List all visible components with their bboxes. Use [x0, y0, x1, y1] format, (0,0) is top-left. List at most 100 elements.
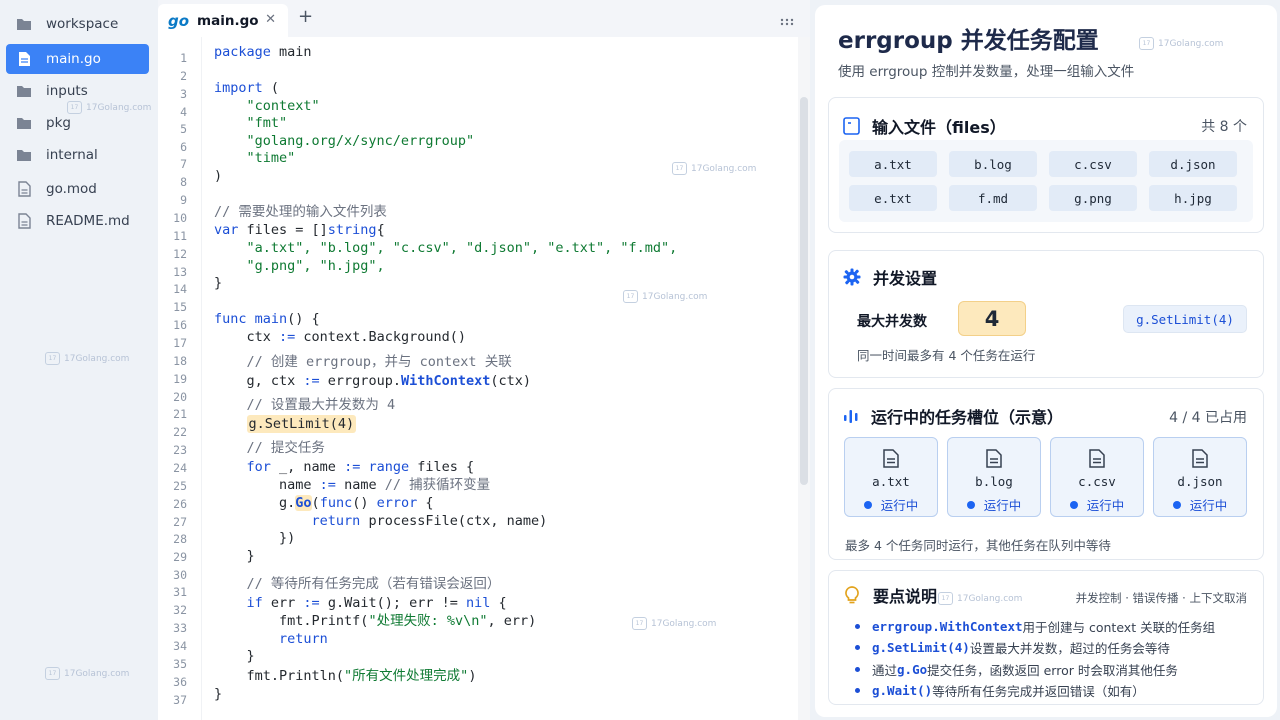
code-line: if err := g.Wait(); err != nil {	[214, 595, 507, 611]
code-comment: // 创建 errgroup，并与 context 关联	[214, 354, 512, 370]
line-number: 15	[173, 300, 187, 314]
watermark: 17 17Golang.com	[672, 162, 756, 175]
code-line: return	[214, 631, 328, 647]
code-line: import (	[214, 80, 280, 96]
code-line: g.Go(func() error {	[214, 495, 434, 511]
slot-file-name: a.txt	[872, 474, 910, 489]
setlimit-code-pill: g.SetLimit(4)	[1123, 305, 1247, 333]
bar-chart-icon	[843, 408, 859, 424]
file-chip[interactable]: d.json	[1149, 151, 1237, 177]
input-files-card: 输入文件（files） 共 8 个 a.txt b.log c.csv d.js…	[828, 97, 1264, 233]
card-title: 运行中的任务槽位（示意）	[871, 408, 1064, 427]
file-icon	[16, 213, 32, 229]
slot-status: 运行中	[845, 495, 937, 514]
editor-scrollbar[interactable]	[798, 37, 810, 720]
line-number: 19	[173, 372, 187, 386]
line-number: 12	[173, 247, 187, 261]
file-chip[interactable]: a.txt	[849, 151, 937, 177]
sidebar-item-go-mod[interactable]: go.mod	[6, 174, 149, 204]
line-number: 31	[173, 585, 187, 599]
tab-bar: go main.go ✕ +	[158, 0, 810, 37]
code-line: "context"	[214, 98, 320, 114]
file-chip[interactable]: b.log	[949, 151, 1037, 177]
code-line: fmt.Println("所有文件处理完成")	[214, 668, 477, 684]
sidebar-item-label: workspace	[46, 16, 119, 32]
sidebar-item-label: main.go	[46, 51, 101, 67]
line-number: 23	[173, 443, 187, 457]
line-number: 33	[173, 621, 187, 635]
lightbulb-icon	[843, 585, 861, 605]
line-number: 35	[173, 657, 187, 671]
watermark: 17 17Golang.com	[632, 617, 716, 630]
slot-status: 运行中	[1051, 495, 1143, 514]
line-number: 13	[173, 265, 187, 279]
slot-status: 运行中	[1154, 495, 1246, 514]
sidebar-item-label: pkg	[46, 115, 71, 131]
document-icon	[1192, 449, 1208, 472]
bullet-dot	[855, 624, 860, 629]
file-chip[interactable]: h.jpg	[1149, 185, 1237, 211]
line-number: 9	[180, 193, 187, 207]
line-number: 2	[180, 69, 187, 83]
line-number: 37	[173, 693, 187, 707]
line-number: 30	[173, 568, 187, 582]
task-slot[interactable]: a.txt 运行中	[844, 437, 938, 517]
slots-note: 最多 4 个任务同时运行，其他任务在队列中等待	[845, 538, 1111, 553]
code-editor[interactable]: go main.go ✕ + 1 2 3 4 5 6 7 8 9 10 11 12 13 14 15 16 17…	[158, 0, 810, 720]
key-point-item: g.SetLimit(4) 设置最大并发数，超过的任务会等待	[855, 638, 1170, 657]
document-icon	[1089, 449, 1105, 472]
file-chip[interactable]: e.txt	[849, 185, 937, 211]
file-chip[interactable]: g.png	[1049, 185, 1137, 211]
running-dot-icon	[1069, 500, 1078, 509]
line-number: 17	[173, 336, 187, 350]
config-panel: errgroup 并发任务配置 使用 errgroup 控制并发数量，处理一组输…	[815, 5, 1277, 717]
running-dot-icon	[966, 500, 975, 509]
code-line: g, ctx := errgroup.WithContext(ctx)	[214, 373, 532, 389]
line-number: 6	[180, 140, 187, 154]
line-number: 22	[173, 425, 187, 439]
scrollbar-thumb[interactable]	[800, 97, 808, 485]
card-title: 并发设置	[873, 269, 938, 288]
line-number: 32	[173, 603, 187, 617]
close-icon[interactable]: ✕	[265, 12, 276, 27]
key-point-item: 通过 g.Go 提交任务，函数返回 error 时会取消其他任务	[855, 660, 1178, 679]
watermark: 17 17Golang.com	[1139, 37, 1223, 50]
bullet-dot	[855, 688, 860, 693]
line-number: 16	[173, 318, 187, 332]
concurrency-card: 并发设置 最大并发数 4 g.SetLimit(4) 同一时间最多有 4 个任务…	[828, 250, 1264, 378]
code-line: }	[214, 648, 255, 664]
notes-tags: 并发控制 · 错误传播 · 上下文取消	[1075, 591, 1247, 605]
task-slot[interactable]: b.log 运行中	[947, 437, 1041, 517]
grid-dots-icon[interactable]	[780, 11, 794, 30]
file-chip[interactable]: f.md	[949, 185, 1037, 211]
line-number: 34	[173, 639, 187, 653]
card-header: 输入文件（files）	[843, 114, 1006, 138]
max-concurrency-value[interactable]: 4	[958, 301, 1026, 336]
sidebar-item-workspace[interactable]: workspace	[6, 9, 149, 39]
file-icon	[843, 117, 860, 135]
panel-subtitle: 使用 errgroup 控制并发数量，处理一组输入文件	[838, 64, 1135, 80]
line-number: 25	[173, 479, 187, 493]
sidebar-item-main-go[interactable]: main.go	[6, 44, 149, 74]
code-line: "time"	[214, 150, 296, 166]
line-number: 26	[173, 497, 187, 511]
folder-icon	[16, 83, 32, 99]
line-number: 29	[173, 550, 187, 564]
file-icon	[16, 181, 32, 197]
file-chip[interactable]: c.csv	[1049, 151, 1137, 177]
task-slot[interactable]: d.json 运行中	[1153, 437, 1247, 517]
code-line: }	[214, 275, 223, 291]
sidebar-item-internal[interactable]: internal	[6, 140, 149, 170]
key-point-item: g.Wait() 等待所有任务完成并返回错误（如有）	[855, 681, 1145, 700]
tab-main-go[interactable]: go main.go ✕	[158, 4, 288, 37]
line-number: 7	[180, 157, 187, 171]
bullet-dot	[855, 667, 860, 672]
task-slots-card: 运行中的任务槽位（示意） 4 / 4 已占用 a.txt 运行中 b.log 运…	[828, 388, 1264, 560]
line-number-gutter: 1 2 3 4 5 6 7 8 9 10 11 12 13 14 15 16 17 18 19 20 21 22 23 24 2…	[158, 37, 202, 720]
slots-occupied: 4 / 4 已占用	[1169, 410, 1247, 426]
task-slot[interactable]: c.csv 运行中	[1050, 437, 1144, 517]
add-tab-button[interactable]: +	[298, 8, 313, 26]
document-icon	[883, 449, 899, 472]
code-line: package main	[214, 44, 312, 60]
sidebar-item-readme[interactable]: README.md	[6, 206, 149, 236]
